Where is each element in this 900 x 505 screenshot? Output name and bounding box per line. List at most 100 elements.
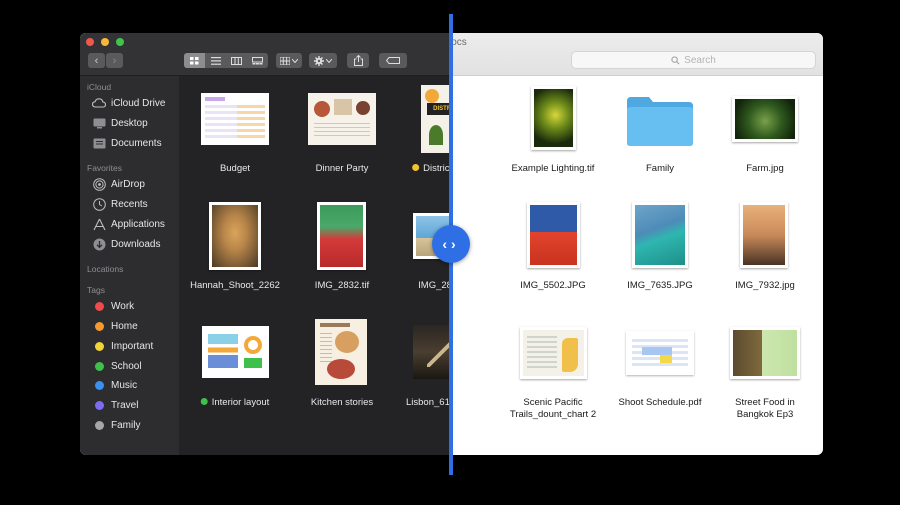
tag-orange-icon	[95, 321, 104, 331]
file-thumb-img7932[interactable]	[740, 202, 788, 268]
file-label[interactable]: IMG_2832.tif	[315, 280, 369, 292]
file-thumb-kitchen-stories[interactable]	[315, 319, 367, 385]
icon-view-button[interactable]	[184, 53, 205, 68]
tag-blue-icon	[95, 380, 104, 390]
applications-icon	[92, 217, 106, 231]
sidebar-item-label: Home	[111, 320, 138, 332]
sidebar-item-documents[interactable]: Documents	[92, 135, 162, 151]
list-view-button[interactable]	[205, 53, 226, 68]
column-view-icon	[231, 56, 242, 65]
file-label[interactable]: IMG_7635.JPG	[627, 280, 692, 292]
minimize-button[interactable]	[101, 38, 109, 46]
sidebar-item-label: Desktop	[111, 117, 148, 129]
file-label[interactable]: Street Food in Bangkok Ep3	[735, 397, 795, 421]
file-label-text: District Market	[423, 163, 452, 174]
file-label-line: Bangkok Ep3	[736, 409, 794, 420]
file-label[interactable]: Lisbon_61095.MOV	[406, 397, 452, 409]
list-view-icon	[210, 56, 221, 65]
file-thumb-img7635[interactable]	[632, 202, 688, 268]
file-label[interactable]: Kitchen stories	[311, 397, 373, 409]
sidebar-item-desktop[interactable]: Desktop	[92, 115, 148, 131]
cloud-icon	[92, 96, 106, 110]
file-thumb-farm[interactable]	[732, 96, 798, 142]
sidebar-item-tag-music[interactable]: Music	[92, 377, 137, 393]
file-label-line: Trails_dount_chart 2	[509, 409, 597, 420]
file-thumb-scenic-pacific[interactable]	[520, 327, 587, 379]
file-label[interactable]: Interior layout	[200, 397, 269, 409]
file-thumb-lisbon-mov[interactable]	[413, 325, 452, 379]
icon-view-icon	[190, 56, 199, 64]
file-thumb-street-food[interactable]	[730, 327, 800, 379]
sidebar-item-label: Music	[111, 379, 138, 391]
file-label[interactable]: Hannah_Shoot_2262	[190, 280, 280, 292]
file-label[interactable]: Farm.jpg	[746, 163, 783, 175]
file-label[interactable]: IMG_5502.JPG	[520, 280, 585, 292]
sidebar-item-recents[interactable]: Recents	[92, 196, 148, 212]
sidebar-item-tag-family[interactable]: Family	[92, 417, 140, 433]
file-label[interactable]: District Market	[412, 163, 452, 175]
sidebar-item-label: School	[111, 360, 142, 372]
file-label[interactable]: Shoot Schedule.pdf	[619, 397, 702, 409]
search-field[interactable]: Search	[571, 51, 816, 69]
column-view-button[interactable]	[226, 53, 247, 68]
sidebar-item-label: Applications	[111, 218, 165, 230]
file-thumb-img5502[interactable]	[527, 202, 580, 268]
sidebar-item-tag-home[interactable]: Home	[92, 318, 138, 334]
sidebar-item-label: Work	[111, 300, 135, 312]
file-thumb-budget[interactable]	[201, 93, 269, 145]
airdrop-icon	[92, 177, 106, 191]
sidebar-item-label: AirDrop	[111, 178, 145, 190]
sidebar-item-tag-important[interactable]: Important	[92, 338, 153, 354]
chevron-left-icon: ‹	[442, 236, 451, 252]
tag-icon	[386, 57, 400, 64]
file-label[interactable]: Dinner Party	[316, 163, 369, 175]
tag-yellow-icon	[412, 164, 420, 171]
file-thumb-dinner-party[interactable]	[308, 93, 376, 145]
share-button[interactable]	[347, 53, 369, 68]
navigation-buttons: ‹ ›	[88, 53, 123, 68]
document-icon	[92, 136, 106, 150]
file-thumb-district-market[interactable]: DISTRICT	[421, 85, 452, 153]
gallery-view-button[interactable]	[247, 53, 268, 68]
sidebar-item-tag-school[interactable]: School	[92, 358, 142, 374]
file-thumb-interior-layout[interactable]	[202, 326, 269, 378]
sidebar-item-label: Important	[111, 340, 154, 352]
back-button[interactable]: ‹	[88, 53, 105, 68]
group-by-button[interactable]	[276, 53, 302, 68]
search-placeholder: Search	[684, 54, 716, 66]
sidebar-item-label: Travel	[111, 399, 139, 411]
file-label[interactable]: Budget	[220, 163, 250, 175]
file-thumb-hannah-shoot[interactable]	[209, 202, 261, 270]
split-handle[interactable]: ‹ ›	[432, 225, 470, 263]
file-thumb-img2832[interactable]	[317, 202, 366, 270]
file-thumb-shoot-schedule[interactable]	[626, 331, 694, 375]
zoom-button[interactable]	[116, 38, 124, 46]
file-label[interactable]: Family	[646, 163, 674, 175]
sidebar-item-label: iCloud Drive	[111, 97, 166, 109]
sidebar-item-tag-work[interactable]: Work	[92, 298, 134, 314]
sidebar-item-downloads[interactable]: Downloads	[92, 236, 160, 252]
file-thumb-example-lighting[interactable]	[531, 86, 576, 150]
sidebar-item-applications[interactable]: Applications	[92, 216, 165, 232]
tag-yellow-icon	[95, 341, 104, 351]
chevron-down-icon	[292, 58, 298, 63]
action-button[interactable]	[309, 53, 337, 68]
search-icon	[671, 55, 680, 65]
folder-icon[interactable]	[625, 93, 695, 147]
file-label[interactable]: Scenic Pacific Trails_dount_chart 2	[510, 397, 596, 421]
tag-gray-icon	[95, 420, 104, 430]
download-icon	[92, 237, 106, 251]
gear-icon	[314, 55, 324, 66]
sidebar-item-tag-travel[interactable]: Travel	[92, 397, 138, 413]
sidebar: iCloud iCloud Drive Desktop Documents Fa…	[80, 76, 179, 455]
sidebar-section-title: Favorites	[87, 163, 122, 173]
file-label[interactable]: IMG_2849.jpg	[418, 280, 452, 292]
sidebar-item-airdrop[interactable]: AirDrop	[92, 176, 145, 192]
tag-green-icon	[95, 361, 104, 371]
edit-tags-button[interactable]	[379, 53, 407, 68]
sidebar-item-icloud-drive[interactable]: iCloud Drive	[92, 95, 165, 111]
file-label[interactable]: Example Lighting.tif	[512, 163, 595, 175]
close-button[interactable]	[86, 38, 94, 46]
forward-button[interactable]: ›	[106, 53, 123, 68]
file-label[interactable]: IMG_7932.jpg	[735, 280, 795, 292]
